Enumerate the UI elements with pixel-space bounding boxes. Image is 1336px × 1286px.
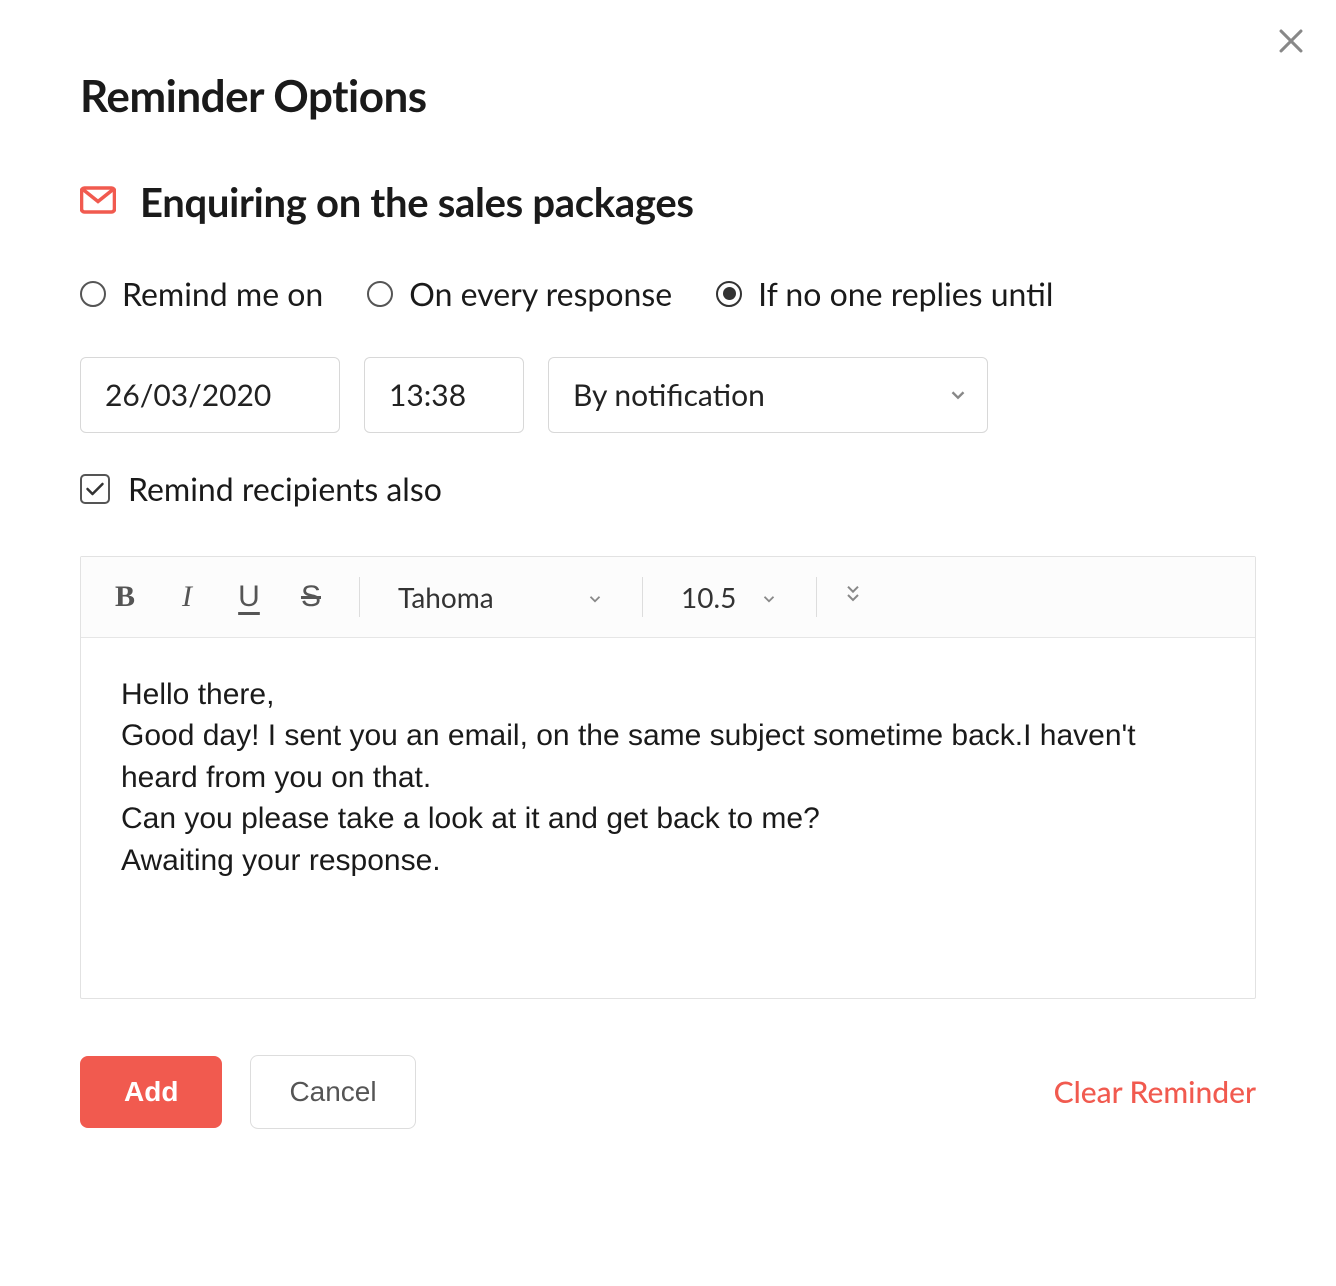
toolbar-divider	[642, 577, 643, 617]
time-field[interactable]: 13:38	[364, 357, 524, 433]
radio-remind-on[interactable]: Remind me on	[80, 274, 323, 313]
radio-label: If no one replies until	[758, 274, 1053, 313]
cancel-button[interactable]: Cancel	[250, 1055, 415, 1129]
italic-button[interactable]: I	[165, 575, 209, 619]
checkbox-icon	[80, 474, 110, 504]
datetime-row: 26/03/2020 13:38 By notification	[80, 357, 1256, 433]
reminder-type-radios: Remind me on On every response If no one…	[80, 274, 1256, 313]
remind-recipients-checkbox[interactable]: Remind recipients also	[80, 469, 1256, 508]
toolbar-divider	[816, 577, 817, 617]
strikethrough-button[interactable]: S	[289, 575, 333, 619]
size-value: 10.5	[681, 580, 736, 614]
font-family-select[interactable]: Tahoma	[386, 580, 616, 614]
font-value: Tahoma	[398, 580, 494, 614]
radio-every-response[interactable]: On every response	[367, 274, 672, 313]
toolbar-divider	[359, 577, 360, 617]
subject-row: Enquiring on the sales packages	[80, 178, 1256, 226]
editor-toolbar: B I U S Tahoma 10.5	[81, 557, 1255, 638]
radio-icon	[80, 281, 106, 307]
add-button[interactable]: Add	[80, 1056, 222, 1128]
more-formatting-button[interactable]	[843, 582, 863, 612]
radio-icon	[367, 281, 393, 307]
chevron-down-icon	[947, 377, 969, 413]
subject-text: Enquiring on the sales packages	[140, 178, 694, 226]
bold-button[interactable]: B	[103, 575, 147, 619]
underline-button[interactable]: U	[227, 575, 271, 619]
notification-method-select[interactable]: By notification	[548, 357, 988, 433]
chevron-down-icon	[760, 580, 778, 614]
radio-label: On every response	[409, 274, 672, 313]
clear-reminder-link[interactable]: Clear Reminder	[1054, 1074, 1256, 1110]
radio-no-reply-until[interactable]: If no one replies until	[716, 274, 1053, 313]
radio-icon	[716, 281, 742, 307]
time-value: 13:38	[389, 377, 466, 413]
dialog-footer: Add Cancel Clear Reminder	[80, 1055, 1256, 1129]
date-field[interactable]: 26/03/2020	[80, 357, 340, 433]
radio-label: Remind me on	[122, 274, 323, 313]
editor-textarea[interactable]: Hello there, Good day! I sent you an ema…	[81, 638, 1255, 998]
message-editor: B I U S Tahoma 10.5 Hello there, Good da…	[80, 556, 1256, 999]
checkbox-label: Remind recipients also	[128, 469, 442, 508]
font-size-select[interactable]: 10.5	[669, 580, 790, 614]
mail-icon	[80, 186, 116, 218]
date-value: 26/03/2020	[105, 377, 271, 413]
method-value: By notification	[573, 377, 765, 413]
close-icon[interactable]	[1274, 24, 1308, 62]
chevron-down-icon	[586, 580, 604, 614]
reminder-dialog: Reminder Options Enquiring on the sales …	[0, 0, 1336, 1129]
page-title: Reminder Options	[80, 70, 1256, 122]
